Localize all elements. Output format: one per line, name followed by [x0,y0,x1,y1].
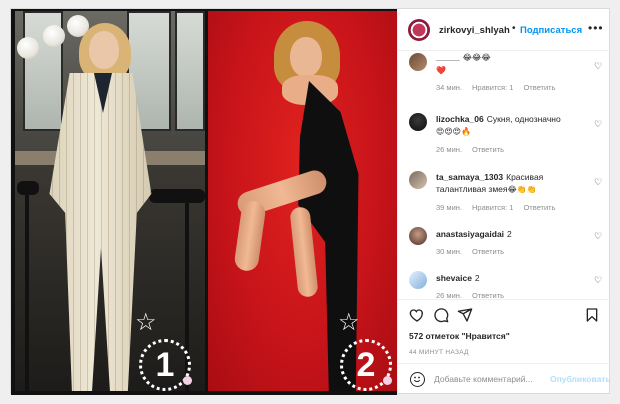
action-bar [398,299,610,329]
comment-username[interactable]: ta_samaya_1303 [436,172,503,182]
comment-likes[interactable]: Нравится: 1 [472,83,513,92]
comment-text: _____ 😂😂😂 ❤️ [436,51,584,77]
comment-username[interactable]: lizochka_06 [436,114,484,124]
stool-leg [25,195,29,391]
heart-icon[interactable] [409,307,425,323]
post-frame: ☆ 1 ☆ 2 zirkovyi_shlyah • Подписаться ••… [10,8,611,395]
face-shape [89,31,119,69]
comment-likes[interactable]: Нравится: 1 [472,203,513,212]
comment-username[interactable]: shevaice [436,273,472,283]
comment-username[interactable]: _____ [436,52,460,62]
comment-emoji: 😂😂😂 [462,53,491,62]
comment-text: lizochka_06 Сукня, однозначно 😍😍😍🔥 [436,113,584,138]
comment-text: ta_samaya_1303 Красивая талантливая змея😂… [436,171,584,196]
comment-time: 39 мин. [436,203,462,212]
like-heart-icon[interactable]: ♡ [594,231,602,242]
like-heart-icon[interactable]: ♡ [594,119,602,130]
comment-icon[interactable] [433,307,449,323]
comment-input[interactable] [434,372,546,386]
comment-time: 34 мин. [436,83,462,92]
avatar[interactable] [408,19,430,41]
comment-text: shevaice 2 [436,272,584,284]
comment-meta: 30 мин. Ответить [436,247,514,256]
comment-username[interactable]: anastasiyagaidai [436,229,504,239]
like-heart-icon[interactable]: ♡ [594,275,602,286]
reply-button[interactable]: Ответить [472,145,504,154]
comment-emoji: 😍😍😍🔥 [436,127,471,136]
post-header: zirkovyi_shlyah • Подписаться ••• [398,9,610,51]
share-icon[interactable] [457,307,473,323]
comment-meta: 39 мин. Нравится: 1 Ответить [436,203,566,212]
badge-dot [383,376,392,385]
separator-dot: • [512,23,516,34]
comment-emoji: 😂👏👏 [507,185,537,194]
reply-button[interactable]: Ответить [472,291,504,299]
comment-meta: 26 мин. Ответить [436,291,514,299]
comment-time: 26 мин. [436,291,462,299]
reply-button[interactable]: Ответить [523,203,555,212]
post-time: 44 МИНУТ НАЗАД [409,349,469,356]
comment-meta: 34 мин. Нравится: 1 Ответить [436,83,566,92]
avatar[interactable] [409,113,427,131]
star-icon: ☆ [338,309,360,336]
comments-list[interactable]: _____ 😂😂😂 ❤️ 34 мин. Нравится: 1 Ответить ♡… [398,51,610,299]
avatar[interactable] [409,271,427,289]
bar-stool [17,181,39,195]
add-comment-bar: Опубликовать [398,363,611,393]
more-options-icon[interactable]: ••• [588,21,604,35]
star-icon: ☆ [135,309,157,336]
reply-button[interactable]: Ответить [523,83,555,92]
comment-time: 30 мин. [436,247,462,256]
avatar[interactable] [409,53,427,71]
likes-count[interactable]: 572 отметок "Нравится" [409,331,510,341]
comment-body: Сукня, однозначно [486,114,561,124]
comment-meta: 26 мин. Ответить [436,145,514,154]
comment-body: 2 [474,273,480,283]
reply-button[interactable]: Ответить [472,247,504,256]
like-heart-icon[interactable]: ♡ [594,177,602,188]
bookmark-icon[interactable] [584,307,600,323]
follow-button[interactable]: Подписаться [520,25,582,36]
face-shape [290,37,322,77]
publish-button[interactable]: Опубликовать [550,374,611,384]
comment-body: 2 [507,229,512,239]
badge-dot [183,376,192,385]
heart-emoji: ❤️ [436,66,446,75]
lamp-decor [43,25,65,47]
comment-time: 26 мин. [436,145,462,154]
window-decor [175,11,205,131]
avatar[interactable] [409,227,427,245]
lamp-decor [17,37,39,59]
like-heart-icon[interactable]: ♡ [594,61,602,72]
avatar[interactable] [409,171,427,189]
comment-text: anastasiyagaidai 2 [436,228,584,240]
photo-panel-right: ☆ 2 [208,11,397,391]
post-sidebar: zirkovyi_shlyah • Подписаться ••• _____ 😂… [397,9,611,393]
post-username[interactable]: zirkovyi_shlyah [439,25,510,36]
bar-stool [149,189,205,203]
leg-shape [233,199,267,273]
photo-panel-left: ☆ 1 [15,11,205,391]
post-photo[interactable]: ☆ 1 ☆ 2 [11,9,397,395]
smiley-icon[interactable] [410,372,425,387]
